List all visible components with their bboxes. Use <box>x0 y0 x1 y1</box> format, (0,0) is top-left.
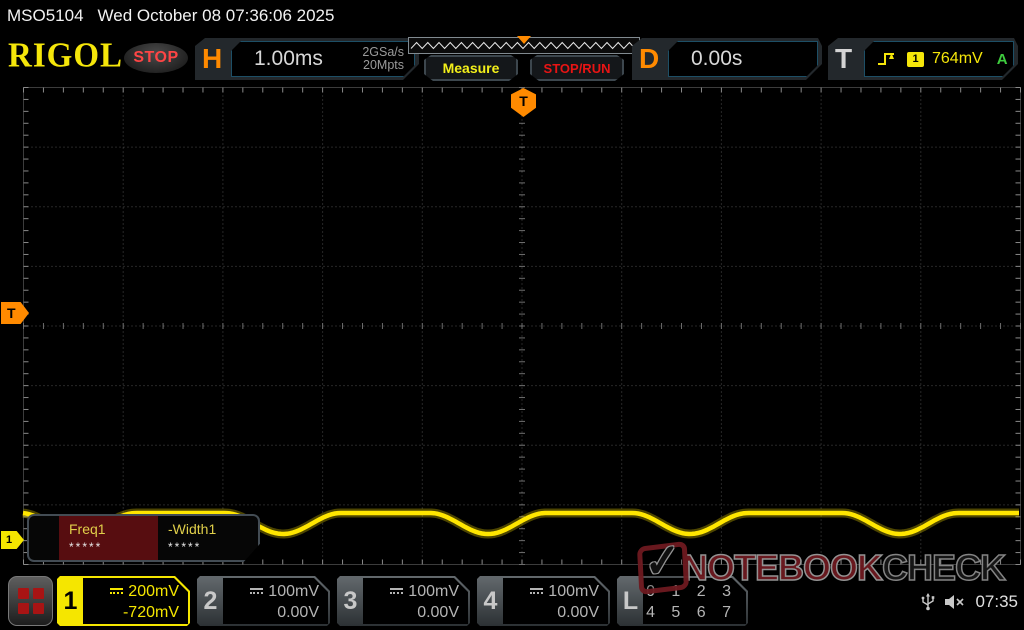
channel-offset: -720mV <box>83 602 179 623</box>
channel-2-block[interactable]: 2 100mV 0.00V <box>197 576 330 626</box>
channel-scale: 100mV <box>548 583 599 600</box>
channel-bar: 1 200mV -720mV 2 100mV 0.00V 3 100mV 0.0… <box>0 576 1024 626</box>
channel-number: 2 <box>197 576 224 626</box>
grid-menu-icon <box>18 588 44 614</box>
status-bar: MSO5104 Wed October 08 07:36:06 2025 <box>0 0 1024 32</box>
measurement-nwidth1[interactable]: -Width1 ***** <box>158 516 257 560</box>
measurement-popup[interactable]: Freq1 ***** -Width1 ***** <box>27 514 260 562</box>
timebase-value: 1.00ms <box>254 47 362 71</box>
rigol-logo: RIGOL <box>8 37 123 76</box>
channel-number: 1 <box>57 576 84 626</box>
channel-1-block[interactable]: 1 200mV -720mV <box>57 576 190 626</box>
measurement-value: ***** <box>168 540 257 554</box>
rising-edge-trigger-icon <box>877 50 899 68</box>
memory-depth: 20Mpts <box>363 58 404 72</box>
trigger-label: T <box>835 43 852 75</box>
ch1-ground-marker[interactable]: 1 <box>1 531 24 549</box>
trigger-position-marker[interactable]: T <box>511 88 536 117</box>
channel-number: 3 <box>337 576 364 626</box>
sample-rate: 2GSa/s <box>362 45 404 59</box>
channel-offset: 0.00V <box>223 602 319 623</box>
channel-4-block[interactable]: 4 100mV 0.00V <box>477 576 610 626</box>
channel-scale: 100mV <box>268 583 319 600</box>
stop-run-button[interactable]: STOP/RUN <box>530 55 624 81</box>
la-channels-8-15: 8 9 10 11 12 13 14 15 <box>643 623 737 630</box>
dc-coupling-icon <box>110 588 123 596</box>
system-tray: 07:35 <box>921 592 1018 612</box>
dc-coupling-icon <box>390 588 403 596</box>
preview-position-marker[interactable] <box>517 36 531 44</box>
measurement-freq1[interactable]: Freq1 ***** <box>59 516 158 560</box>
la-label: L <box>617 576 644 626</box>
trigger-source-badge: 1 <box>907 52 924 67</box>
waveform-preview-strip[interactable] <box>408 37 640 54</box>
logic-analyzer-block[interactable]: L 0 1 2 3 4 5 6 7 8 9 10 11 12 13 14 15 <box>617 576 748 626</box>
horizontal-panel[interactable]: H 1.00ms 2GSa/s 20Mpts <box>195 38 419 80</box>
channel-scale: 100mV <box>408 583 459 600</box>
dc-coupling-icon <box>250 588 263 596</box>
measurement-name: Freq1 <box>69 521 158 537</box>
measure-button[interactable]: Measure <box>424 55 518 81</box>
trigger-level-marker[interactable]: T <box>1 302 29 324</box>
usb-icon <box>921 593 935 611</box>
speaker-muted-icon[interactable] <box>944 594 966 610</box>
channel-offset: 0.00V <box>363 602 459 623</box>
measurement-name: -Width1 <box>168 521 257 537</box>
toolbar: RIGOL STOP H 1.00ms 2GSa/s 20Mpts Measur… <box>0 32 1024 84</box>
la-channels-0-7: 0 1 2 3 4 5 6 7 <box>643 581 737 623</box>
sample-rate-memdepth: 2GSa/s 20Mpts <box>362 46 404 72</box>
acquisition-state-badge: STOP <box>124 43 188 73</box>
menu-button[interactable] <box>8 576 53 626</box>
trigger-mode-auto: A <box>997 51 1008 68</box>
trigger-panel[interactable]: T 1 764mV A <box>828 38 1018 80</box>
trigger-level-value: 764mV <box>932 50 983 68</box>
model-name: MSO5104 <box>7 6 84 26</box>
delay-label: D <box>639 43 659 75</box>
channel-scale: 200mV <box>128 583 179 600</box>
channel-number: 4 <box>477 576 504 626</box>
channel-offset: 0.00V <box>503 602 599 623</box>
channel-3-block[interactable]: 3 100mV 0.00V <box>337 576 470 626</box>
delay-value: 0.00s <box>691 47 742 71</box>
horizontal-label: H <box>202 43 222 75</box>
measurement-value: ***** <box>69 540 158 554</box>
dc-coupling-icon <box>530 588 543 596</box>
delay-panel[interactable]: D 0.00s <box>632 38 822 80</box>
clock: 07:35 <box>975 592 1018 612</box>
oscilloscope-screen: MSO5104 Wed October 08 07:36:06 2025 RIG… <box>0 0 1024 630</box>
datetime: Wed October 08 07:36:06 2025 <box>98 6 335 26</box>
